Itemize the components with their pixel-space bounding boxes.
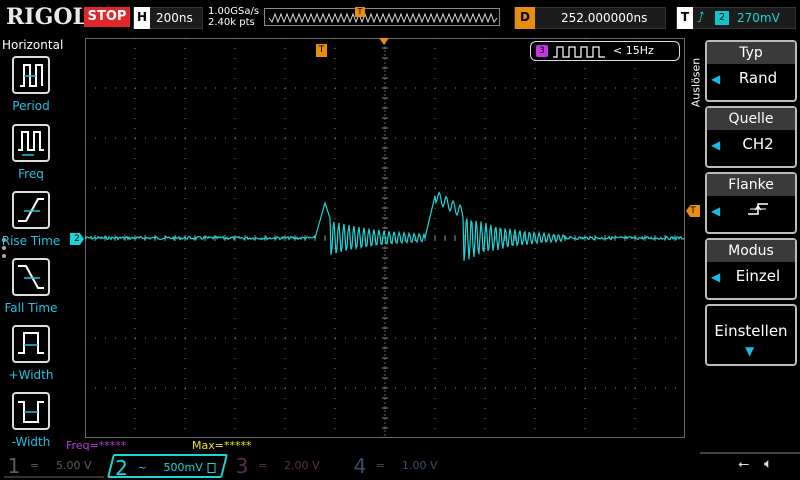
memory-trigger-marker: T (355, 7, 365, 17)
left-arrow-icon: ◀ (711, 270, 721, 284)
waveform-display[interactable] (84, 37, 686, 439)
trigger-level-marker[interactable]: T (686, 205, 700, 217)
trigger-source-header: Quelle (707, 108, 795, 130)
down-arrow-icon: ▼ (745, 344, 755, 358)
graticule (84, 37, 686, 439)
run-stop-status[interactable]: STOP (84, 7, 130, 27)
dc-coupling-icon: = (258, 459, 268, 472)
channel-1-settings[interactable]: 1 = 5.00 V (4, 454, 104, 478)
sample-rate: 1.00GSa/s (208, 6, 260, 17)
trigger-position-marker[interactable]: T (316, 44, 327, 57)
left-arrow-icon: ◀ (711, 204, 721, 218)
rising-edge-icon: ⭜ (697, 10, 705, 26)
bandwidth-limit-icon (207, 463, 216, 473)
max-readout: Max=***** (192, 439, 252, 452)
period-measure-icon (12, 56, 50, 94)
trigger-source-value: CH2 (742, 135, 774, 153)
channel-2-scale: 500mV (163, 461, 203, 474)
acquisition-info: 1.00GSa/s 2.40k pts (208, 6, 259, 28)
usb-icon: ⭠ (738, 456, 750, 472)
trigger-status[interactable]: T ⭜ 2 270mV (676, 7, 796, 29)
trigger-type-value: Rand (738, 69, 778, 87)
measure-negative-width[interactable]: -Width (0, 392, 62, 456)
trigger-level: 270mV (737, 11, 780, 25)
delay-value: 252.000000ns (561, 11, 648, 25)
rise-time-icon (12, 191, 50, 229)
measure-period[interactable]: Period (0, 56, 62, 120)
channel-3-number: 3 (235, 454, 249, 478)
trigger-source-button[interactable]: Quelle ◀ CH2 (705, 106, 797, 168)
trigger-source: 2 (715, 11, 729, 25)
counter-channel: 3 (536, 45, 548, 57)
dc-coupling-icon: = (30, 459, 40, 472)
trigger-menu-title-text: Auslösen (689, 57, 703, 108)
channel-3-settings[interactable]: 3 = 2.00 V (232, 454, 336, 478)
left-arrow-icon: ◀ (711, 72, 721, 86)
trigger-mode-button[interactable]: Modus ◀ Einzel (705, 238, 797, 300)
measure-menu: Horizontal Period Freq Rise Time Fall Ti… (0, 36, 64, 452)
channel-4-settings[interactable]: 4 = 1.00 V (350, 454, 460, 478)
delay-key: D (515, 7, 535, 29)
speaker-mute-icon: 🔈︎ (764, 456, 773, 472)
memory-waveform-overview: T (264, 7, 500, 26)
measure-menu-title: Horizontal (2, 38, 64, 52)
period-label: Period (12, 99, 50, 113)
memory-depth: 2.40k pts (208, 17, 255, 28)
trigger-mode-value: Einzel (735, 267, 781, 285)
freq-label: Freq (18, 167, 44, 181)
positive-width-icon (12, 325, 50, 363)
horizontal-key: H (134, 7, 150, 29)
channel-1-number: 1 (7, 454, 21, 478)
negative-width-icon (12, 392, 50, 430)
horizontal-timebase[interactable]: H 200ns (133, 7, 203, 29)
measure-positive-width[interactable]: +Width (0, 325, 62, 389)
counter-waveform-icon (553, 46, 605, 58)
trigger-type-button[interactable]: Typ ◀ Rand (705, 40, 797, 102)
rising-edge-icon (723, 201, 793, 221)
channel-4-scale: 1.00 V (402, 459, 438, 472)
fall-time-icon (12, 258, 50, 296)
top-status-bar: RIGOL STOP H 200ns 1.00GSa/s 2.40k pts T… (0, 0, 800, 36)
status-icons: ⭠ 🔈︎ (734, 456, 794, 476)
positive-width-label: +Width (8, 368, 54, 382)
memory-overview-wave (268, 12, 498, 24)
fall-time-label: Fall Time (4, 301, 58, 315)
channel-2-settings[interactable]: 2 ~ 500mV (107, 454, 228, 480)
trigger-settings-button[interactable]: Einstellen ▼ (705, 304, 797, 366)
channel-1-scale: 5.00 V (56, 459, 92, 472)
center-marker (379, 38, 389, 45)
frequency-measure-icon (12, 124, 50, 162)
channel-3-scale: 2.00 V (284, 459, 320, 472)
brand-logo: RIGOL (6, 4, 88, 30)
trigger-slope-header: Flanke (707, 174, 795, 196)
delay-offset[interactable]: D 252.000000ns (514, 7, 666, 29)
channel-2-number: 2 (115, 456, 128, 480)
freq-readout: Freq=***** (66, 439, 127, 452)
rise-time-label: Rise Time (1, 234, 61, 248)
measurement-readouts: Freq=***** Max=***** (64, 440, 684, 452)
trigger-type-header: Typ (707, 42, 795, 64)
measure-fall-time[interactable]: Fall Time (0, 258, 62, 322)
channel-bar: 1 = 5.00 V 2 ~ 500mV 3 = 2.00 V 4 = 1.00… (0, 452, 800, 480)
trigger-settings-label: Einstellen (714, 322, 788, 340)
counter-readout: 3 < 15Hz (530, 41, 680, 61)
measure-rise-time[interactable]: Rise Time (0, 191, 62, 255)
trigger-menu-title: Auslösen (686, 46, 704, 126)
measure-freq[interactable]: Freq (0, 124, 62, 188)
channel-2-offset-marker[interactable]: 2 (70, 233, 84, 245)
channel-4-number: 4 (353, 454, 367, 478)
trigger-slope-button[interactable]: Flanke ◀ (705, 172, 797, 234)
trigger-key: T (677, 7, 693, 29)
left-arrow-icon: ◀ (711, 138, 721, 152)
counter-value: < 15Hz (613, 44, 654, 57)
negative-width-label: -Width (11, 435, 51, 449)
ac-coupling-icon: ~ (137, 461, 147, 474)
dc-coupling-icon: = (376, 459, 386, 472)
trigger-mode-header: Modus (707, 240, 795, 262)
timebase-value: 200ns (156, 11, 193, 25)
